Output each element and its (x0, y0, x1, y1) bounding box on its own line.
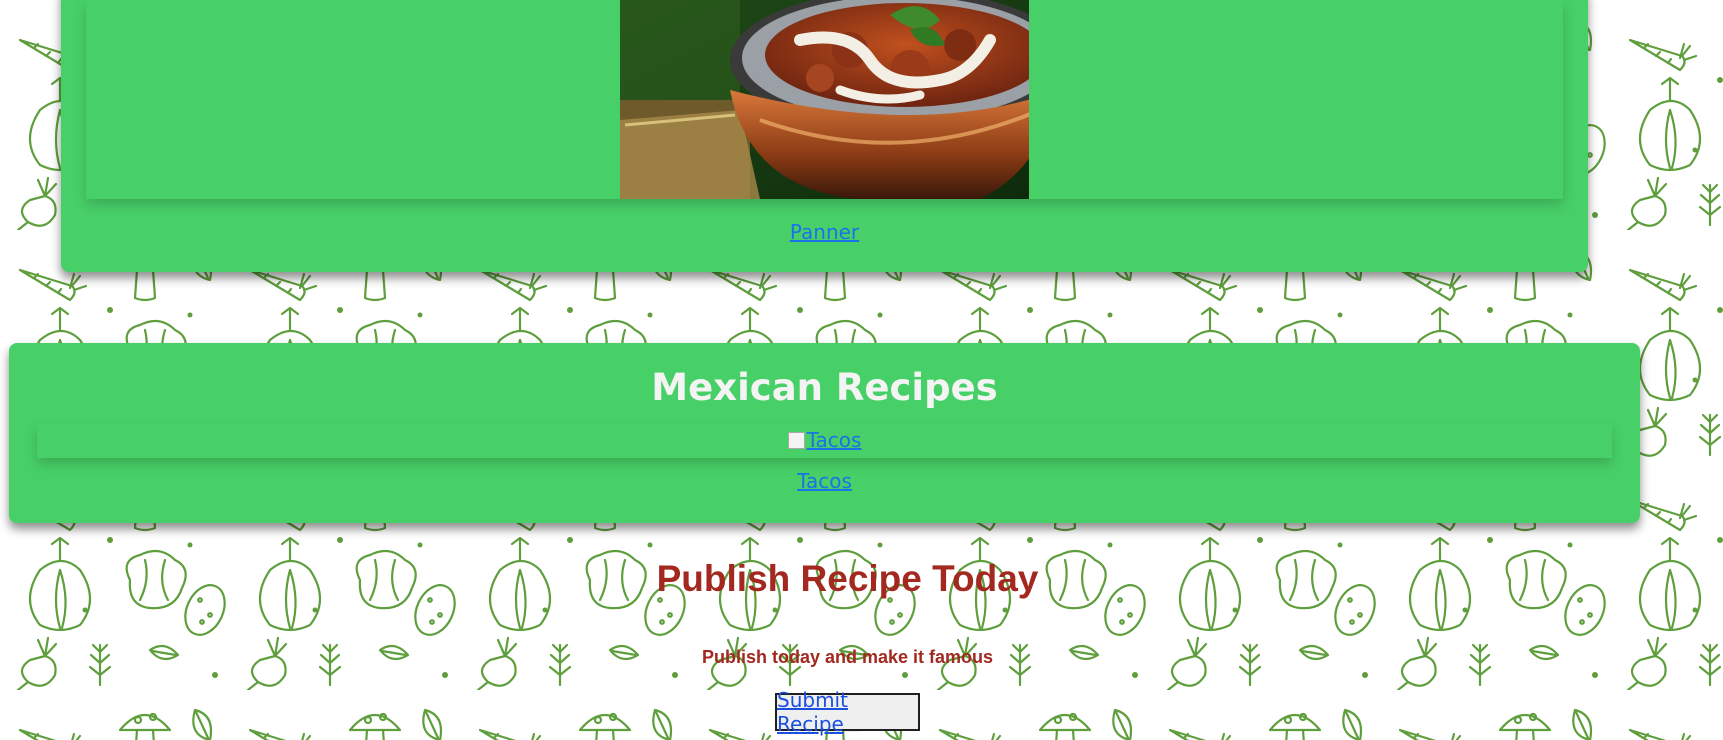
publish-heading: Publish Recipe Today (656, 558, 1039, 599)
panner-recipe-link[interactable]: Panner (61, 220, 1588, 244)
publish-subtitle: Publish today and make it famous (701, 647, 994, 667)
broken-image-icon (787, 432, 805, 449)
curry-bowl-illustration (620, 0, 1029, 199)
tacos-image-link[interactable]: Tacos (9, 428, 1640, 452)
mexican-recipes-card: Mexican Recipes Tacos Tacos (9, 343, 1640, 523)
indian-recipes-card: Panner (61, 0, 1588, 272)
recipe-image-panel (86, 0, 1563, 199)
submit-recipe-button[interactable]: Submit Recipe (775, 688, 920, 736)
tacos-image-alt-text: Tacos (806, 428, 862, 452)
panner-recipe-image[interactable] (620, 0, 1029, 199)
tacos-recipe-link[interactable]: Tacos (9, 469, 1640, 493)
section-title: Mexican Recipes (651, 366, 998, 409)
